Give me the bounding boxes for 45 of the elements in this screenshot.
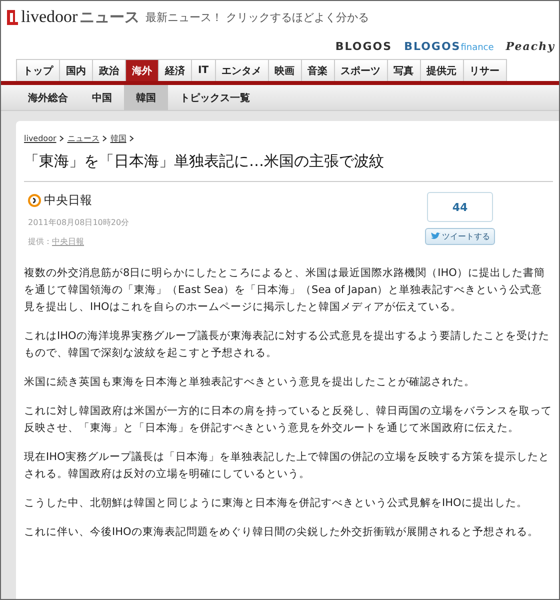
nav-tab[interactable]: 政治 [92, 59, 126, 81]
partner-link[interactable]: BLOGOS finance [404, 40, 494, 52]
partner-link[interactable]: Peachy [506, 40, 555, 52]
article-paragraph: 複数の外交消息筋が8日に明らかにしたところによると、米国は最近国際水路機関（IHO）に提出した書簡を通じて韓国領海の「東海」（East Sea）を「日本海」（Sea of Japan）と単独表記すべきという公式意見を提出し、IHOはこれを自らのホームページに掲示したと韓国メディアが伝えている。 [24, 266, 546, 315]
nav-tab[interactable]: エンタメ [214, 59, 269, 81]
source-logo-icon [28, 194, 41, 207]
breadcrumb-link[interactable]: ニュース [67, 133, 100, 144]
sub-tab[interactable]: 韓国 [124, 85, 168, 110]
nav-tab[interactable]: 写真 [386, 59, 421, 81]
partner-link[interactable]: BLOGOS [335, 40, 392, 52]
article-paragraph: 米国に続き英国も東海を日本海と単独表記すべきという意見を提出したことが確認された。 [24, 375, 476, 390]
chevron-icon [102, 135, 108, 142]
nav-tab[interactable]: 提供元 [420, 59, 464, 81]
article-title: 「東海」を「日本海」単独表記に…米国の主張で波紋 [24, 152, 553, 182]
tweet-button[interactable]: ツイートする [425, 228, 495, 245]
chevron-icon [59, 135, 64, 142]
tagline: 最新ニュース！ クリックするほどよく分かる [146, 10, 370, 24]
nav-tab[interactable]: 国内 [59, 59, 93, 81]
nav-tab[interactable]: リサー [462, 59, 507, 81]
article-paragraph: これはIHOの海洋境界実務グループ議長が東海表記に対する公式意見を提出するよう要請したことを受けたもので、韓国で深刻な波紋を起こすと予想される。 [24, 329, 550, 361]
logo-section-name: ニュース [80, 8, 140, 26]
tweet-count: 44 [427, 192, 493, 222]
nav-tab[interactable]: 海外 [125, 59, 159, 81]
nav-tab[interactable]: 経済 [158, 59, 192, 81]
sub-tab[interactable]: 海外総合 [16, 85, 80, 110]
breadcrumb-link[interactable]: livedoor [24, 134, 56, 143]
chevron-icon [129, 135, 134, 142]
bird-icon [430, 232, 441, 241]
brand-name: livedoor [21, 7, 78, 27]
nav-tab[interactable]: スポーツ [334, 59, 388, 81]
breadcrumb-link[interactable]: 韓国 [110, 133, 126, 144]
nav-tab[interactable]: 映画 [268, 59, 302, 81]
article-paragraph: これに伴い、今後IHOの東海表記問題をめぐり韓日間の尖鋭した外交折衝戦が展開されると予想される。 [24, 525, 540, 540]
sub-tab[interactable]: トピックス一覧 [168, 85, 262, 110]
publish-date: 2011年08月08日10時20分 [28, 217, 130, 228]
sub-tab[interactable]: 中国 [80, 85, 124, 110]
provider-label: 提供： [28, 236, 52, 247]
nav-tab[interactable]: トップ [16, 59, 60, 81]
source-name: 中央日報 [44, 192, 92, 209]
article-paragraph: これに対し韓国政府は米国が一方的に日本の肩を持っていると反発し、韓日両国の立場をバランスを取って反映させ、「東海」と「日本海」を併記すべきという意見を外交ルートを通じて米国政府に伝えた。 [24, 404, 553, 436]
logo-icon [5, 8, 19, 26]
article-paragraph: こうした中、北朝鮮は韓国と同じように東海と日本海を併記すべきという公式見解をIHOに提出した。 [24, 496, 528, 511]
nav-tab[interactable]: IT [191, 59, 216, 81]
article-paragraph: 現在IHO実務グループ議長は「日本海」を単独表記した上で韓国の併記の立場を反映する方策を提示したとされる。韓国政府は反対の立場を明確にしているという。 [24, 450, 550, 482]
nav-tab[interactable]: 音楽 [300, 59, 335, 81]
